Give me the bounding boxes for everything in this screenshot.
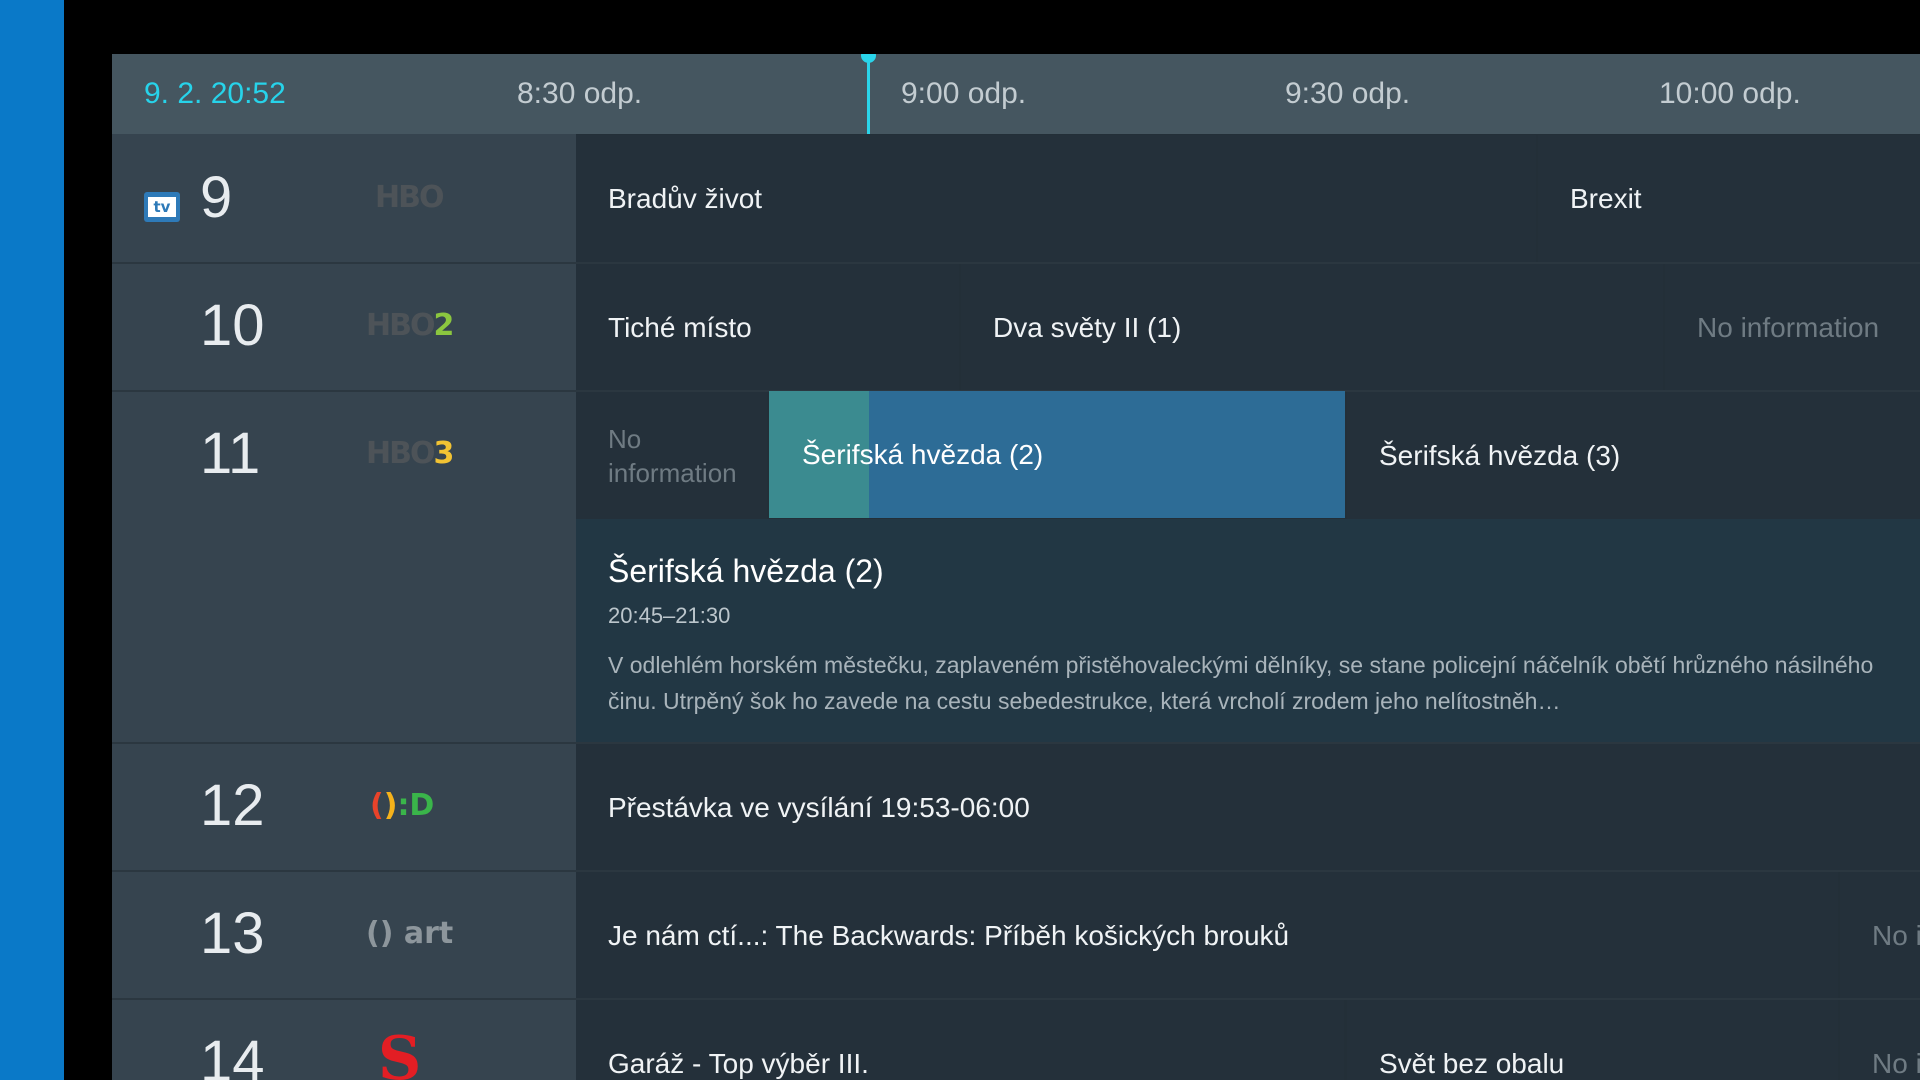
detail-title: Šerifská hvězda (2) [608,553,884,589]
ct-art-logo: () art [366,916,454,951]
program-cell[interactable]: Brexit [1538,135,1920,262]
current-datetime: 9. 2. 20:52 [144,77,286,110]
program-cell[interactable]: Garáž - Top výběr III. [576,1000,1344,1080]
program-cell[interactable]: No information [1665,264,1920,391]
hbo-logo: HBO [375,180,444,215]
program-cell[interactable]: Bradův život [576,135,1536,262]
program-cell[interactable]: Dva světy II (1) [961,264,1663,391]
time-slot-label: 9:00 odp. [901,77,1027,110]
program-cell[interactable]: Tiché místo [576,264,959,391]
channel-number: 9 [200,165,233,230]
prima-logo: S [378,1024,422,1080]
time-slot-label: 10:00 odp. [1659,77,1801,110]
program-cell[interactable]: Je nám ctí...: The Backwards: Příběh koš… [576,872,1838,999]
program-cell[interactable]: Svět bez obalu [1347,1000,1838,1080]
program-detail-panel: Šerifská hvězda (2) 20:45–21:30 V odlehl… [576,519,1920,743]
channel-number: 13 [200,901,265,966]
program-cell[interactable]: No information [1840,872,1920,999]
program-cell[interactable]: No information [576,392,767,519]
channel-number: 12 [200,773,265,838]
channel-number: 10 [200,293,265,358]
channel-column [112,134,576,1080]
detail-description: V odlehlém horském městečku, zaplaveném … [608,652,1874,714]
time-slot-label: 8:30 odp. [517,77,643,110]
now-indicator-line [867,54,870,134]
side-strip [0,0,64,1080]
time-slot-label: 9:30 odp. [1285,77,1411,110]
channel-number: 11 [200,421,261,486]
channel-number: 14 [200,1029,265,1080]
ct-d-logo: ():D [370,788,435,823]
program-cell[interactable]: Šerifská hvězda (3) [1347,392,1920,519]
tv-channel-icon: tv [144,192,180,222]
detail-time: 20:45–21:30 [608,603,731,628]
epg-guide: 9. 2. 20:52 8:30 odp. 9:00 odp. 9:30 odp… [112,54,1920,1080]
hbo3-logo: HBO3 [366,436,454,471]
hbo2-logo: HBO2 [366,308,454,343]
time-header: 9. 2. 20:52 8:30 odp. 9:00 odp. 9:30 odp… [112,54,1920,134]
program-cell[interactable]: No information [1840,1000,1920,1080]
program-cell[interactable]: Přestávka ve vysílání 19:53-06:00 [576,744,1920,871]
focused-program-title: Šerifská hvězda (2) [802,439,1044,470]
